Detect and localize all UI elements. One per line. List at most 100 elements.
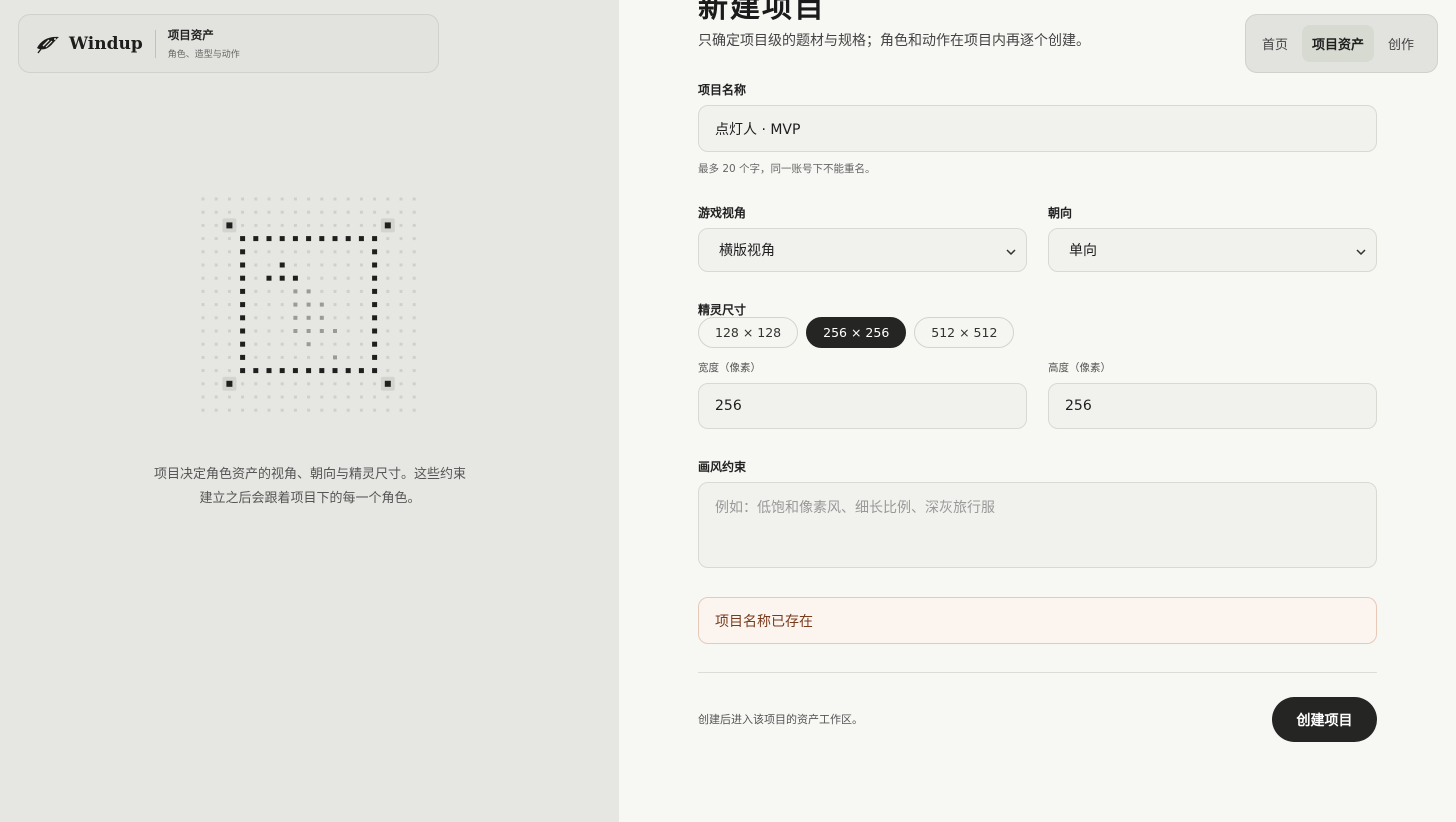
matrix-dot <box>267 342 271 346</box>
matrix-dot <box>253 368 259 374</box>
matrix-dot <box>412 276 416 280</box>
matrix-dot <box>359 408 363 412</box>
brand-name: Windup <box>69 33 143 54</box>
matrix-dot <box>386 355 390 359</box>
create-project-button[interactable]: 创建项目 <box>1272 697 1377 742</box>
matrix-dot <box>412 210 416 214</box>
chevron-down-icon <box>1356 245 1366 256</box>
project-name-hint: 最多 20 个字，同一账号下不能重名。 <box>698 163 876 175</box>
matrix-dot <box>254 289 258 293</box>
matrix-dot <box>399 276 403 280</box>
brand-card[interactable]: Windup 项目资产 角色、造型与动作 <box>18 14 439 73</box>
matrix-dot <box>399 342 403 346</box>
matrix-dot <box>293 382 297 386</box>
matrix-dot <box>345 368 351 374</box>
brand-section-subtitle: 角色、造型与动作 <box>167 50 240 60</box>
matrix-dot <box>201 382 205 386</box>
left-caption-line2: 建立之后会跟着项目下的每一个角色。 <box>199 491 421 506</box>
matrix-dot <box>399 395 403 399</box>
matrix-dot <box>320 355 324 359</box>
sprite-size-chips: 128 × 128 256 × 256 512 × 512 <box>698 317 1015 348</box>
matrix-dot <box>412 329 416 333</box>
matrix-dot <box>241 210 245 214</box>
matrix-dot <box>227 303 231 307</box>
matrix-dot <box>240 354 246 360</box>
matrix-dot <box>320 210 324 214</box>
matrix-dot <box>240 275 246 281</box>
matrix-dot <box>214 316 218 320</box>
sprite-size-512-chip[interactable]: 512 × 512 <box>914 317 1015 348</box>
matrix-dot <box>280 303 284 307</box>
matrix-dot <box>359 329 363 333</box>
perspective-select[interactable]: 横版视角 <box>698 228 1027 272</box>
matrix-dot <box>254 395 258 399</box>
matrix-dot <box>399 355 403 359</box>
matrix-dot <box>214 382 218 386</box>
matrix-dot <box>358 368 364 374</box>
brand-divider <box>154 29 156 58</box>
matrix-dot <box>280 250 284 254</box>
matrix-dot <box>399 237 403 241</box>
matrix-dot <box>307 355 311 359</box>
matrix-dot <box>201 250 205 254</box>
style-constraint-placeholder: 例如：低饱和像素风、细长比例、深灰旅行服 <box>715 500 995 516</box>
matrix-dot <box>307 210 311 214</box>
matrix-dot <box>307 276 311 280</box>
matrix-dot <box>214 355 218 359</box>
style-constraint-textarea[interactable]: 例如：低饱和像素风、细长比例、深灰旅行服 <box>698 482 1377 568</box>
matrix-dot <box>293 250 297 254</box>
height-input[interactable]: 256 <box>1048 383 1377 429</box>
corner-marker-dot <box>384 222 391 229</box>
matrix-dot <box>346 303 350 307</box>
matrix-dot <box>307 382 311 386</box>
page-subtitle: 只确定项目级的题材与规格；角色和动作在项目内再逐个创建。 <box>698 33 1090 49</box>
matrix-dot <box>346 223 350 227</box>
orientation-value: 单向 <box>1069 243 1097 259</box>
project-name-input[interactable]: 点灯人 · MVP <box>698 105 1377 152</box>
brand-section-title: 项目资产 <box>167 28 214 42</box>
matrix-dot <box>241 197 245 201</box>
matrix-dot <box>359 276 363 280</box>
nav-project-assets[interactable]: 项目资产 <box>1302 25 1375 62</box>
nav-home[interactable]: 首页 <box>1252 25 1298 62</box>
matrix-dot <box>399 250 403 254</box>
matrix-dot <box>319 236 325 242</box>
matrix-dot <box>320 223 324 227</box>
matrix-dot <box>386 369 390 373</box>
sprite-size-128-chip[interactable]: 128 × 128 <box>698 317 799 348</box>
matrix-dot <box>240 249 246 255</box>
matrix-dot <box>227 316 231 320</box>
matrix-dot <box>227 329 231 333</box>
matrix-dot <box>372 354 378 360</box>
matrix-dot <box>346 355 350 359</box>
matrix-dot <box>279 368 285 374</box>
sprite-size-256-chip[interactable]: 256 × 256 <box>806 317 907 348</box>
matrix-dot <box>372 275 378 281</box>
matrix-dot <box>346 382 350 386</box>
matrix-dot <box>214 289 218 293</box>
width-input[interactable]: 256 <box>698 383 1027 429</box>
matrix-dot <box>280 329 284 333</box>
matrix-dot <box>372 368 378 374</box>
matrix-dot <box>254 250 258 254</box>
matrix-dot <box>346 210 350 214</box>
matrix-dot <box>293 329 298 333</box>
matrix-dot <box>201 263 205 267</box>
matrix-dot <box>346 329 350 333</box>
matrix-dot <box>346 197 350 201</box>
matrix-dot <box>333 316 337 320</box>
matrix-dot <box>227 342 231 346</box>
matrix-dot <box>214 369 218 373</box>
nav-create[interactable]: 创作 <box>1378 25 1424 62</box>
matrix-dot <box>267 263 271 267</box>
brand-section: 项目资产 角色、造型与动作 <box>168 27 240 60</box>
footer-divider <box>698 672 1377 673</box>
matrix-dot <box>266 368 272 374</box>
matrix-dot <box>346 250 350 254</box>
matrix-dot <box>293 302 298 307</box>
matrix-dot <box>346 289 350 293</box>
matrix-dot <box>292 368 298 374</box>
orientation-select[interactable]: 单向 <box>1048 228 1377 272</box>
matrix-dot <box>254 210 258 214</box>
matrix-dot <box>214 329 218 333</box>
